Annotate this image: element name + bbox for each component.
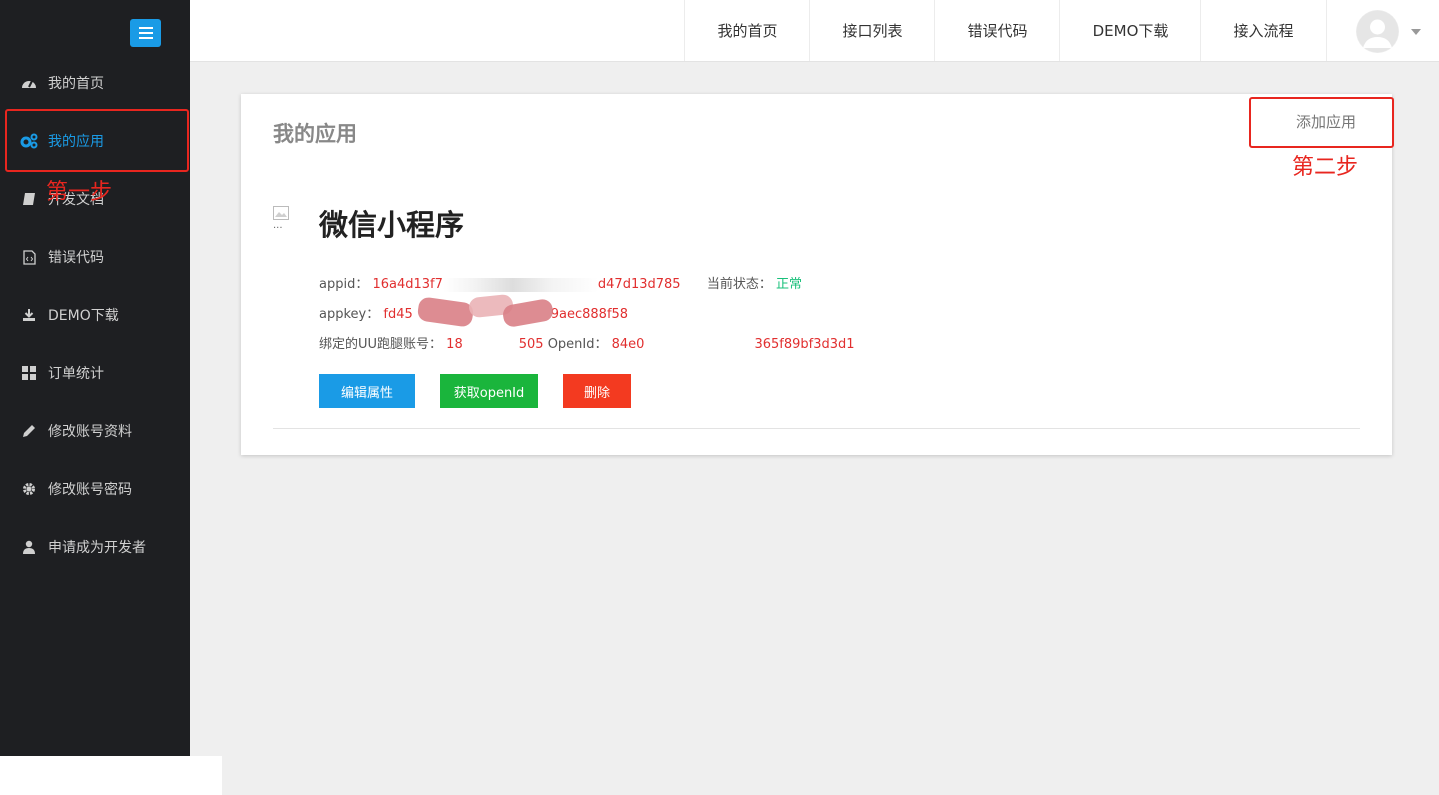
sidebar-item-error-codes[interactable]: 错误代码 bbox=[0, 228, 190, 286]
sidebar-item-label: 错误代码 bbox=[48, 250, 104, 266]
sidebar-item-edit-profile[interactable]: 修改账号资料 bbox=[0, 402, 190, 460]
uu-account-redacted bbox=[463, 338, 519, 352]
openid-value-prefix: 84e0 bbox=[611, 337, 645, 352]
topnav-api-list[interactable]: 接口列表 bbox=[809, 0, 935, 61]
openid-label: OpenId： bbox=[547, 337, 608, 352]
sidebar-item-home[interactable]: 我的首页 bbox=[0, 54, 190, 112]
appkey-value-prefix: fd45 bbox=[383, 307, 413, 322]
avatar[interactable] bbox=[1356, 10, 1399, 53]
appid-redacted bbox=[442, 277, 598, 292]
appid-label: appid： bbox=[319, 277, 369, 292]
openid-redacted bbox=[644, 338, 754, 352]
topnav-error-codes[interactable]: 错误代码 bbox=[934, 0, 1060, 61]
sidebar-item-label: 申请成为开发者 bbox=[48, 540, 146, 556]
topnav-integration-flow[interactable]: 接入流程 bbox=[1200, 0, 1327, 61]
uu-account-suffix: 505 bbox=[518, 337, 544, 352]
sidebar-item-label: 修改账号密码 bbox=[48, 482, 132, 498]
chevron-down-icon[interactable] bbox=[1411, 29, 1421, 35]
step2-highlight-box bbox=[1249, 97, 1394, 148]
sidebar-item-demo-download[interactable]: DEMO下载 bbox=[0, 286, 190, 344]
download-icon bbox=[19, 308, 39, 322]
status-value: 正常 bbox=[776, 277, 803, 292]
sidebar-item-become-developer[interactable]: 申请成为开发者 bbox=[0, 518, 190, 576]
uu-account-label: 绑定的UU跑腿账号： bbox=[319, 337, 443, 352]
topnav-demo-download[interactable]: DEMO下载 bbox=[1059, 0, 1201, 61]
openid-value-suffix: 365f89bf3d3d1 bbox=[754, 337, 855, 352]
dashboard-icon bbox=[19, 76, 39, 90]
step2-annotation: 第二步 bbox=[1292, 155, 1359, 180]
appkey-label: appkey： bbox=[319, 307, 380, 322]
get-openid-button[interactable]: 获取openId bbox=[440, 374, 538, 408]
user-icon bbox=[19, 540, 39, 554]
pencil-icon bbox=[19, 424, 39, 438]
uu-account-prefix: 18 bbox=[446, 337, 463, 352]
step1-highlight-box bbox=[5, 109, 189, 172]
binding-row: 绑定的UU跑腿账号： 18 505 OpenId： 84e0 365f89bf3d3… bbox=[319, 333, 855, 352]
file-code-icon bbox=[19, 249, 39, 265]
status-label: 当前状态： bbox=[706, 277, 772, 292]
appid-value-suffix: d47d13d785 bbox=[597, 277, 681, 292]
edit-properties-button[interactable]: 编辑属性 bbox=[319, 374, 415, 408]
step1-annotation: 第一步 bbox=[46, 180, 113, 205]
grid-icon bbox=[19, 366, 39, 380]
broken-image-icon bbox=[273, 206, 289, 220]
sidebar-item-label: 订单统计 bbox=[48, 366, 104, 382]
app-image: ... bbox=[273, 206, 289, 236]
redaction-smear bbox=[416, 296, 475, 328]
appid-row: appid： 16a4d13f7 d47d13d785 当前状态： 正常 bbox=[319, 273, 802, 292]
hamburger-icon bbox=[138, 27, 153, 39]
sidebar-item-label: 我的首页 bbox=[48, 76, 104, 92]
app-card: 我的应用 添加应用 ... 微信小程序 appid： 16a4d13f7 d47d… bbox=[241, 94, 1392, 455]
page-title: 我的应用 bbox=[273, 122, 357, 146]
gear-icon bbox=[19, 482, 39, 496]
app-image-alt: ... bbox=[273, 220, 283, 231]
divider bbox=[273, 428, 1360, 429]
topnav-home[interactable]: 我的首页 bbox=[684, 0, 810, 61]
user-avatar-icon bbox=[1356, 10, 1399, 53]
sidebar-item-change-password[interactable]: 修改账号密码 bbox=[0, 460, 190, 518]
menu-toggle-button[interactable] bbox=[130, 19, 161, 47]
appkey-value-suffix: 9aec888f58 bbox=[550, 307, 629, 322]
sidebar-item-order-stats[interactable]: 订单统计 bbox=[0, 344, 190, 402]
appid-value-prefix: 16a4d13f7 bbox=[372, 277, 443, 292]
sidebar-item-label: 修改账号资料 bbox=[48, 424, 132, 440]
delete-button[interactable]: 删除 bbox=[563, 374, 631, 408]
bottom-blank-area bbox=[0, 756, 222, 795]
sidebar-item-label: DEMO下载 bbox=[48, 308, 119, 324]
book-icon bbox=[19, 192, 39, 206]
app-name: 微信小程序 bbox=[319, 208, 465, 242]
